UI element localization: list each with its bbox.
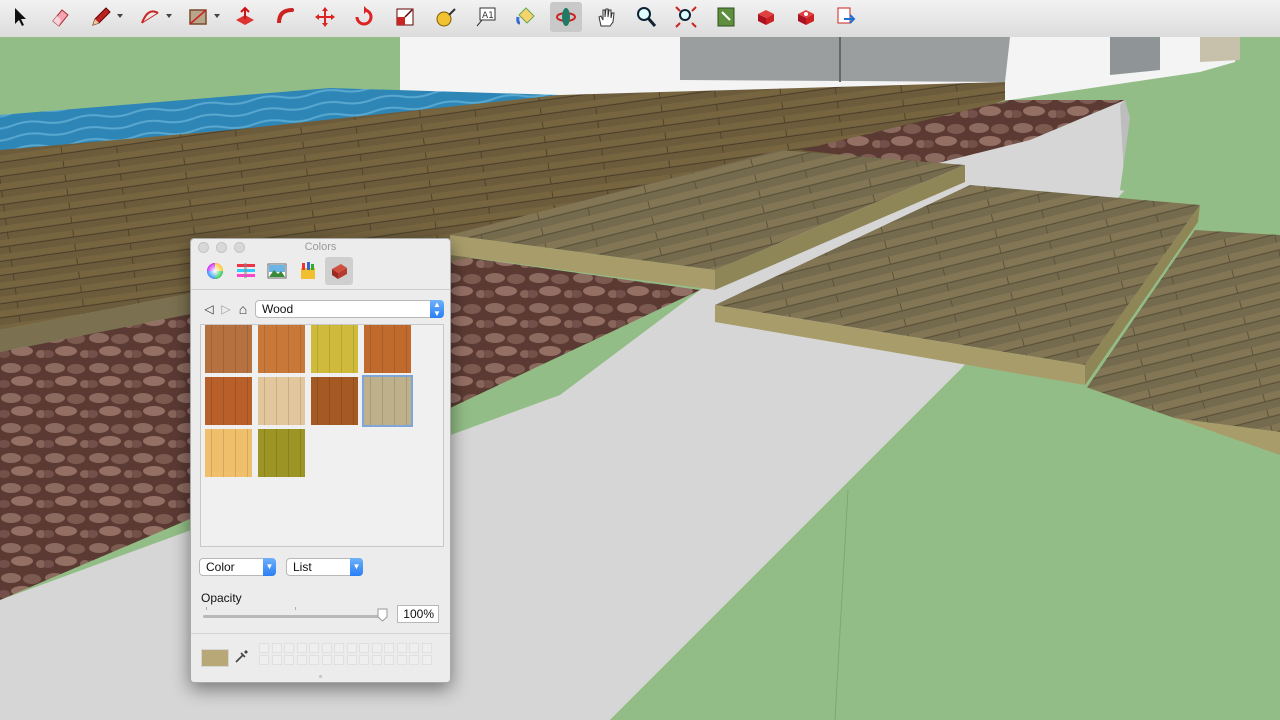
swatch-wood-yellow[interactable] bbox=[311, 325, 358, 373]
swatch-wood-floor-light[interactable] bbox=[258, 325, 305, 373]
chevron-down-icon: ▼ bbox=[350, 558, 363, 576]
color-wheel-icon[interactable] bbox=[201, 257, 229, 285]
collection-select[interactable]: Wood ▲ ▼ bbox=[255, 300, 444, 318]
view-select-value: List bbox=[293, 560, 312, 574]
materials-icon[interactable] bbox=[325, 257, 353, 285]
swatch-wood-oak-orange[interactable] bbox=[364, 325, 411, 373]
recent-color-cell[interactable] bbox=[334, 643, 344, 653]
swatch-wood-floor-pale[interactable] bbox=[258, 377, 305, 425]
pencil-icon[interactable] bbox=[85, 2, 117, 32]
recent-color-cell[interactable] bbox=[396, 643, 407, 653]
select-icon[interactable] bbox=[4, 2, 36, 32]
main-toolbar: A1 bbox=[0, 0, 1280, 38]
svg-text:A1: A1 bbox=[482, 11, 494, 21]
recent-color-cell[interactable] bbox=[421, 643, 432, 653]
swatch-wood-cherry[interactable] bbox=[205, 325, 252, 373]
collection-select-value: Wood bbox=[262, 302, 294, 316]
image-palette-icon[interactable] bbox=[263, 257, 291, 285]
scale-icon[interactable] bbox=[389, 2, 421, 32]
swatch-wood-parquet-mixed[interactable] bbox=[205, 377, 252, 425]
recent-color-cell[interactable] bbox=[284, 643, 294, 653]
warehouse-icon[interactable] bbox=[710, 2, 742, 32]
recent-color-cell[interactable] bbox=[371, 643, 382, 653]
panel-title: Colors bbox=[304, 241, 337, 253]
extension-manager-icon[interactable] bbox=[790, 2, 822, 32]
opacity-input[interactable]: 100% bbox=[397, 605, 439, 623]
recent-color-cell[interactable] bbox=[309, 643, 319, 653]
slider-tick bbox=[295, 607, 296, 610]
chevron-down-icon[interactable] bbox=[166, 14, 172, 18]
recent-color-cell[interactable] bbox=[359, 655, 369, 665]
recent-color-cell[interactable] bbox=[321, 643, 332, 653]
recent-color-cell[interactable] bbox=[271, 655, 282, 665]
opacity-slider[interactable] bbox=[203, 615, 383, 618]
recent-color-cell[interactable] bbox=[346, 643, 357, 653]
back-arrow-icon[interactable]: ◁ bbox=[201, 300, 217, 318]
recent-color-cell[interactable] bbox=[409, 643, 419, 653]
chevron-down-icon[interactable] bbox=[214, 14, 220, 18]
eraser-icon[interactable] bbox=[44, 2, 76, 32]
recent-color-cell[interactable] bbox=[271, 643, 282, 653]
share-model-icon[interactable] bbox=[830, 2, 862, 32]
opacity-label: Opacity bbox=[201, 591, 242, 605]
tape-measure-icon[interactable] bbox=[430, 2, 462, 32]
current-material-swatch[interactable] bbox=[201, 649, 229, 667]
view-select[interactable]: List ▼ bbox=[286, 558, 363, 576]
panel-titlebar[interactable]: Colors bbox=[191, 239, 450, 257]
mode-select[interactable]: Color ▼ bbox=[199, 558, 276, 576]
resize-handle[interactable] bbox=[319, 675, 322, 678]
recent-colors-grid bbox=[259, 643, 439, 669]
mode-tabs bbox=[201, 257, 441, 285]
zoom-extents-icon[interactable] bbox=[670, 2, 702, 32]
chevron-down-icon[interactable] bbox=[117, 14, 123, 18]
text-icon[interactable]: A1 bbox=[470, 2, 502, 32]
eyedropper-icon[interactable] bbox=[233, 647, 251, 665]
mode-select-value: Color bbox=[206, 560, 235, 574]
recent-color-cell[interactable] bbox=[284, 655, 294, 665]
recent-color-cell[interactable] bbox=[421, 655, 432, 665]
divider bbox=[191, 289, 450, 290]
recent-color-cell[interactable] bbox=[296, 643, 307, 653]
zoom-icon[interactable] bbox=[630, 2, 662, 32]
recent-color-cell[interactable] bbox=[259, 655, 269, 665]
swatch-wood-floor-grey[interactable] bbox=[362, 375, 413, 427]
forward-arrow-icon[interactable]: ▷ bbox=[218, 300, 234, 318]
move-icon[interactable] bbox=[309, 2, 341, 32]
swatch-wood-olive[interactable] bbox=[258, 429, 305, 477]
recent-color-cell[interactable] bbox=[384, 655, 394, 665]
collection-nav: ◁ ▷ ⌂ Wood ▲ ▼ bbox=[201, 300, 445, 318]
rotate-icon[interactable] bbox=[348, 2, 380, 32]
recent-color-cell[interactable] bbox=[409, 655, 419, 665]
recent-color-cell[interactable] bbox=[396, 655, 407, 665]
orbit-icon[interactable] bbox=[550, 2, 582, 32]
recent-color-cell[interactable] bbox=[309, 655, 319, 665]
rectangle-icon[interactable] bbox=[182, 2, 214, 32]
pan-icon[interactable] bbox=[590, 2, 622, 32]
recent-color-cell[interactable] bbox=[371, 655, 382, 665]
swatch-wood-osb[interactable] bbox=[205, 429, 252, 477]
paint-bucket-icon[interactable] bbox=[510, 2, 542, 32]
recent-color-cell[interactable] bbox=[334, 655, 344, 665]
select-stepper-icon: ▲ ▼ bbox=[430, 300, 444, 318]
recent-color-cell[interactable] bbox=[321, 655, 332, 665]
material-swatch-list bbox=[200, 324, 444, 547]
recent-color-cell[interactable] bbox=[346, 655, 357, 665]
swatch-wood-parquet-brown[interactable] bbox=[311, 377, 358, 425]
crayons-icon[interactable] bbox=[294, 257, 322, 285]
follow-me-icon[interactable] bbox=[270, 2, 302, 32]
color-sliders-icon[interactable] bbox=[232, 257, 260, 285]
home-icon[interactable]: ⌂ bbox=[235, 300, 251, 318]
slider-tick bbox=[206, 607, 207, 610]
arc-icon[interactable] bbox=[134, 2, 166, 32]
push-pull-icon[interactable] bbox=[229, 2, 261, 32]
divider bbox=[191, 633, 450, 634]
colors-panel: Colors ◁ ▷ ⌂ Wood ▲ ▼ Color ▼ List ▼ Opa… bbox=[190, 238, 451, 683]
recent-color-cell[interactable] bbox=[259, 643, 269, 653]
recent-color-cell[interactable] bbox=[296, 655, 307, 665]
recent-color-cell[interactable] bbox=[359, 643, 369, 653]
extension-warehouse-icon[interactable] bbox=[750, 2, 782, 32]
opacity-slider-thumb[interactable] bbox=[377, 608, 388, 622]
recent-color-cell[interactable] bbox=[384, 643, 394, 653]
chevron-down-icon: ▼ bbox=[263, 558, 276, 576]
